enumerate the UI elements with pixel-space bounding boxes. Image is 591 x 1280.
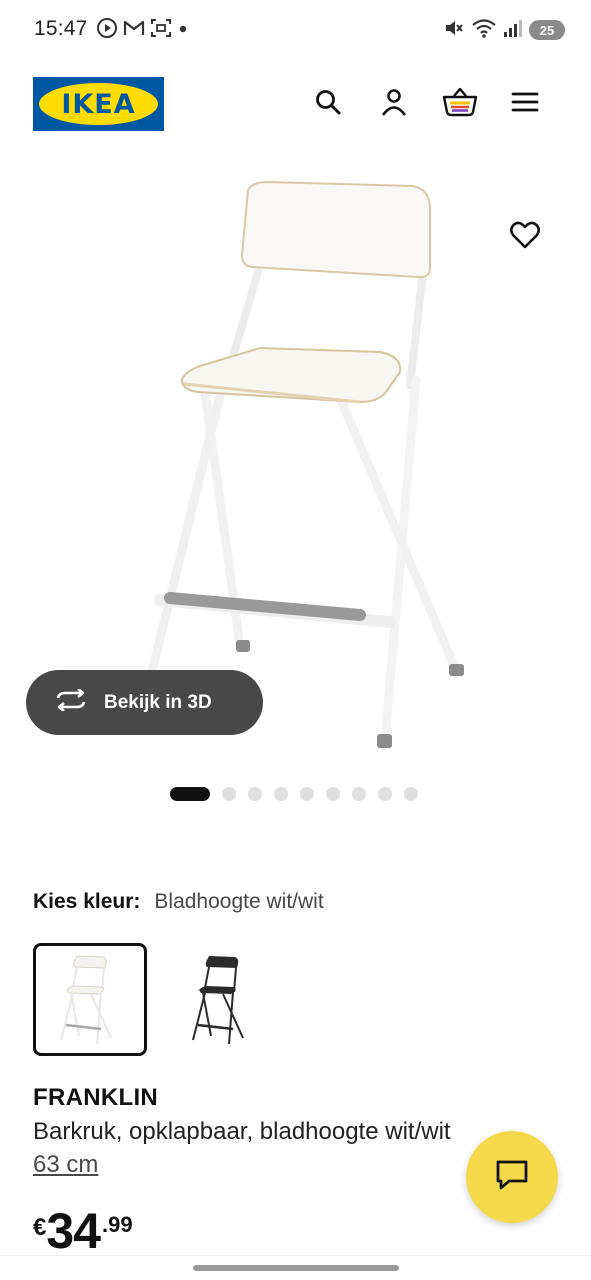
carousel-dot[interactable] [378,787,392,801]
status-bar: 15:47 25 [0,0,591,60]
shopping-basket-icon [442,86,478,123]
view-3d-label: Bekijk in 3D [104,691,212,713]
product-price: € 34 .99 [33,1206,133,1256]
carousel-dot[interactable] [300,787,314,801]
product-size-link[interactable]: 63 cm [33,1151,98,1179]
carousel-dots [170,787,418,801]
screenshot-icon [150,17,172,44]
carousel-dot[interactable] [326,787,340,801]
carousel-dot[interactable] [248,787,262,801]
status-icons-right: 25 [443,18,565,42]
price-integer: 34 [46,1203,101,1259]
basket-button[interactable] [438,82,482,126]
gmail-icon [122,17,146,44]
mute-icon [443,17,465,44]
search-icon [314,88,342,121]
product-description: Barkruk, opklapbaar, bladhoogte wit/wit [33,1118,451,1145]
status-time: 15:47 [34,17,88,40]
battery-indicator: 25 [529,20,565,40]
account-button[interactable] [372,82,416,126]
color-value: Bladhoogte wit/wit [154,890,324,913]
color-label: Kies kleur: [33,890,141,913]
logo-text: IKEA [61,88,136,120]
price-decimal: .99 [101,1212,133,1237]
rotate-icon [54,687,88,716]
price-currency: € [33,1214,47,1241]
ikea-logo[interactable]: IKEA [33,77,164,131]
divider [0,1255,591,1256]
account-icon [379,87,409,122]
view-3d-button[interactable]: Bekijk in 3D [26,670,263,735]
heart-icon [509,221,541,254]
variant-white[interactable] [33,943,147,1056]
favorite-button[interactable] [503,215,547,259]
menu-icon [511,90,539,119]
chat-button[interactable] [466,1131,558,1223]
carousel-dot-active[interactable] [170,787,210,801]
dot-icon [176,17,190,44]
signal-icon [503,17,523,44]
variant-black[interactable] [163,943,277,1056]
carousel-dot[interactable] [222,787,236,801]
carousel-dot[interactable] [274,787,288,801]
wifi-icon [471,17,497,44]
carousel-dot[interactable] [404,787,418,801]
home-indicator[interactable] [193,1265,399,1271]
white-stool-thumbnail [60,955,112,1045]
color-select: Kies kleur: Bladhoogte wit/wit [33,890,324,914]
chat-icon [495,1159,529,1196]
menu-button[interactable] [503,82,547,126]
status-icons-left [96,17,190,44]
play-circle-icon [96,17,118,44]
search-button[interactable] [306,82,350,126]
header: IKEA [0,62,591,146]
carousel-dot[interactable] [352,787,366,801]
product-name: FRANKLIN [33,1084,159,1111]
black-stool-thumbnail [192,956,244,1045]
